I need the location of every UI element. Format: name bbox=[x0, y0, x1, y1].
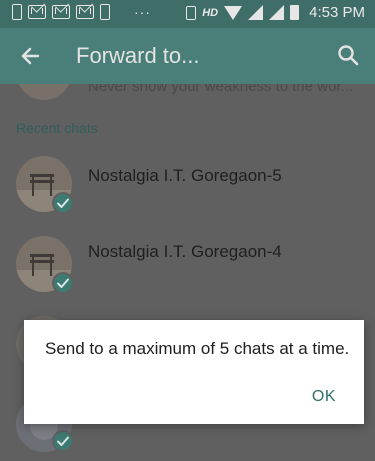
chat-name: Nostalgia I.T. Goregaon-4 bbox=[88, 242, 282, 261]
mail-icon bbox=[28, 5, 46, 19]
battery-icon bbox=[290, 5, 300, 20]
list-item[interactable]: Never show your weakness to the wor... bbox=[0, 84, 375, 104]
vibrate-icon bbox=[186, 5, 197, 20]
check-icon bbox=[52, 430, 74, 452]
limit-dialog: Send to a maximum of 5 chats at a time. … bbox=[24, 320, 364, 424]
overflow-dots: ··· bbox=[134, 4, 151, 20]
dialog-message: Send to a maximum of 5 chats at a time. bbox=[45, 339, 350, 358]
arrow-left-icon[interactable] bbox=[20, 46, 40, 66]
mail-icon bbox=[52, 5, 70, 19]
status-bar: ··· HD 4:53 PM bbox=[0, 0, 375, 28]
chat-row[interactable]: Nostalgia I.T. Goregaon-4 bbox=[0, 232, 375, 312]
app-bar: Forward to... bbox=[0, 28, 375, 84]
page-title: Forward to... bbox=[76, 43, 200, 68]
status-time: 4:53 PM bbox=[309, 4, 365, 21]
notification-icons: ··· bbox=[12, 4, 151, 20]
mail-icon bbox=[76, 5, 94, 19]
check-icon bbox=[52, 272, 74, 294]
signal-icon bbox=[248, 5, 264, 20]
search-icon[interactable] bbox=[337, 44, 359, 66]
avatar bbox=[16, 84, 72, 100]
ok-button[interactable]: OK bbox=[312, 388, 336, 406]
section-header: Recent chats bbox=[16, 120, 98, 136]
hd-label: HD bbox=[202, 6, 219, 19]
contact-status: Never show your weakness to the wor... bbox=[88, 84, 354, 95]
phone-icon bbox=[12, 4, 22, 20]
check-icon bbox=[52, 192, 74, 214]
wifi-icon bbox=[224, 5, 243, 20]
system-icons: HD 4:53 PM bbox=[186, 4, 365, 21]
chat-row[interactable]: Nostalgia I.T. Goregaon-5 bbox=[0, 152, 375, 232]
chat-name: Nostalgia I.T. Goregaon-5 bbox=[88, 166, 282, 185]
phone-icon bbox=[100, 4, 110, 20]
signal-icon bbox=[269, 5, 285, 20]
